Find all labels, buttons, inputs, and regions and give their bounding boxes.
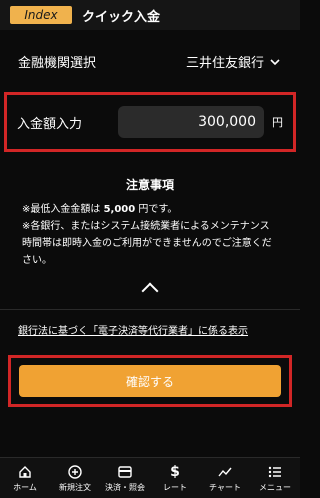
collapse-toggle[interactable] <box>0 279 300 300</box>
notice-section: 注意事項 ※最低入金金額は 5,000 円です。 ※各銀行、またはシステム接続業… <box>0 176 300 269</box>
amount-box: 300,000 円 <box>118 106 283 138</box>
confirm-highlight: 確認する <box>8 355 292 407</box>
notice-line-1-prefix: ※最低入金金額は <box>22 204 104 215</box>
amount-row: 入金額入力 300,000 円 <box>4 92 296 152</box>
nav-settlement[interactable]: 決済・照会 <box>100 458 150 498</box>
amount-unit: 円 <box>272 116 283 129</box>
index-badge[interactable]: Index <box>10 6 72 24</box>
chevron-up-icon <box>141 282 159 300</box>
nav-chart[interactable]: チャート <box>200 458 250 498</box>
divider <box>0 309 300 310</box>
nav-menu-label: メニュー <box>259 482 291 492</box>
legal-disclosure-link[interactable]: 銀行法に基づく「電子決済等代行業者」に係る表示 <box>0 322 300 337</box>
notice-line-1-suffix: 円です。 <box>135 204 178 215</box>
bottom-nav: ホーム 新規注文 決済・照会 $ レート チャート メニュー <box>0 457 300 498</box>
amount-label: 入金額入力 <box>17 116 83 132</box>
selected-bank: 三井住友銀行 <box>185 55 264 71</box>
nav-settlement-label: 決済・照会 <box>105 482 145 492</box>
confirm-button[interactable]: 確認する <box>19 365 281 397</box>
menu-icon <box>268 464 282 480</box>
new-order-icon <box>68 464 82 480</box>
main-content: 金融機関選択 三井住友銀行 入金額入力 300,000 円 注意事項 ※最低入金… <box>0 30 300 407</box>
nav-chart-label: チャート <box>209 482 241 492</box>
header: Index クイック入金 <box>0 0 300 30</box>
nav-home[interactable]: ホーム <box>0 458 50 498</box>
dollar-icon: $ <box>170 463 180 480</box>
nav-menu[interactable]: メニュー <box>250 458 300 498</box>
chart-icon <box>218 464 232 480</box>
notice-title: 注意事項 <box>125 178 174 192</box>
card-icon <box>118 464 132 480</box>
chevron-down-icon <box>270 56 280 69</box>
nav-rate[interactable]: $ レート <box>150 458 200 498</box>
bank-select-label: 金融機関選択 <box>18 55 97 71</box>
bank-select-row[interactable]: 金融機関選択 三井住友銀行 <box>0 30 300 92</box>
home-icon <box>18 464 32 480</box>
nav-rate-label: レート <box>163 482 187 492</box>
bank-select-dropdown[interactable]: 三井住友銀行 <box>186 52 280 71</box>
min-deposit-value: 5,000 <box>103 204 136 215</box>
page-title: クイック入金 <box>82 9 161 25</box>
nav-new-order-label: 新規注文 <box>59 482 91 492</box>
notice-line-2: ※各銀行、またはシステム接続業者によるメンテナンス時間帯は即時入金のご利用ができ… <box>22 221 272 266</box>
nav-new-order[interactable]: 新規注文 <box>50 458 100 498</box>
notice-line-1: ※最低入金金額は 5,000 円です。 <box>22 201 278 218</box>
nav-home-label: ホーム <box>13 482 37 492</box>
amount-input[interactable]: 300,000 <box>118 106 264 138</box>
